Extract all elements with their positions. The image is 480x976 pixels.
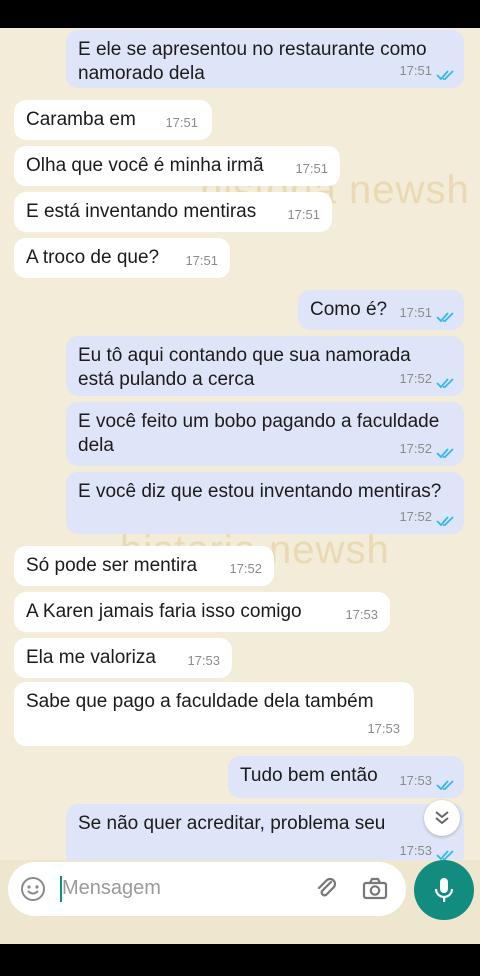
message-bubble[interactable]: Ela me valoriza 17:53 xyxy=(14,638,232,678)
message-bubble[interactable]: Caramba em 17:51 xyxy=(14,100,212,140)
chat-area[interactable]: historia newsh historia newsh E ele se a… xyxy=(0,28,480,860)
camera-icon[interactable] xyxy=(362,876,388,902)
double-check-icon xyxy=(436,312,454,323)
message-bubble[interactable]: E está inventando mentiras 17:51 xyxy=(14,192,332,232)
message-time: 17:51 xyxy=(399,305,432,320)
message-bubble[interactable]: Eu tô aqui contando que sua namorada est… xyxy=(66,336,464,396)
message-text: Tudo bem então xyxy=(240,765,378,786)
message-time: 17:51 xyxy=(295,161,328,176)
message-bubble[interactable]: E você feito um bobo pagando a faculdade… xyxy=(66,402,464,466)
message-text: Se não quer acreditar, problema seu xyxy=(78,813,386,834)
message-bubble[interactable]: Olha que você é minha irmã 17:51 xyxy=(14,146,340,186)
message-bubble[interactable]: Tudo bem então 17:53 xyxy=(228,756,464,798)
message-bubble[interactable]: A Karen jamais faria isso comigo 17:53 xyxy=(14,592,390,632)
message-text: Ela me valoriza xyxy=(26,647,156,668)
navigation-bar xyxy=(0,944,480,976)
double-check-icon xyxy=(436,850,454,860)
status-bar xyxy=(0,0,480,28)
double-check-icon xyxy=(436,780,454,791)
double-check-icon xyxy=(436,516,454,527)
message-time: 17:52 xyxy=(229,561,262,576)
message-time: 17:51 xyxy=(185,253,218,268)
message-text: Eu tô aqui contando que sua namorada est… xyxy=(78,345,411,390)
message-time: 17:53 xyxy=(367,721,400,736)
message-composer[interactable]: Mensagem xyxy=(8,862,406,916)
message-time: 17:51 xyxy=(399,63,432,78)
message-bubble[interactable]: E ele se apresentou no restaurante como … xyxy=(66,30,464,88)
voice-message-button[interactable] xyxy=(414,860,474,920)
message-text: Só pode ser mentira xyxy=(26,555,198,576)
microphone-icon xyxy=(434,878,454,902)
message-time: 17:53 xyxy=(399,773,432,788)
message-bubble[interactable]: Se não quer acreditar, problema seu 17:5… xyxy=(66,804,464,860)
message-time: 17:51 xyxy=(287,207,320,222)
message-text: E está inventando mentiras xyxy=(26,201,257,222)
message-time: 17:52 xyxy=(399,509,432,524)
message-bubble[interactable]: Sabe que pago a faculdade dela também 17… xyxy=(14,682,414,746)
message-time: 17:52 xyxy=(399,441,432,456)
message-text: A troco de que? xyxy=(26,247,160,268)
double-check-icon xyxy=(436,448,454,459)
emoji-icon[interactable] xyxy=(20,876,46,902)
double-check-icon xyxy=(436,378,454,389)
message-text: Caramba em xyxy=(26,109,136,130)
message-time: 17:52 xyxy=(399,371,432,386)
message-bubble[interactable]: E você diz que estou inventando mentiras… xyxy=(66,472,464,534)
double-check-icon xyxy=(436,70,454,81)
message-text: E você feito um bobo pagando a faculdade… xyxy=(78,411,440,456)
message-bubble[interactable]: A troco de que? 17:51 xyxy=(14,238,230,278)
message-text: E você diz que estou inventando mentiras… xyxy=(78,481,442,502)
message-time: 17:53 xyxy=(187,653,220,668)
message-time: 17:53 xyxy=(399,843,432,858)
message-time: 17:51 xyxy=(165,115,198,130)
message-bubble[interactable]: Só pode ser mentira 17:52 xyxy=(14,546,274,586)
message-bubble[interactable]: Como é? 17:51 xyxy=(298,290,464,330)
double-chevron-down-icon xyxy=(435,811,449,825)
message-time: 17:53 xyxy=(345,607,378,622)
message-text: Sabe que pago a faculdade dela também xyxy=(26,691,374,712)
message-text: E ele se apresentou no restaurante como … xyxy=(78,39,427,84)
message-text: Olha que você é minha irmã xyxy=(26,155,264,176)
message-input[interactable]: Mensagem xyxy=(62,877,161,900)
paperclip-icon[interactable] xyxy=(314,876,340,902)
scroll-to-bottom-button[interactable] xyxy=(424,800,460,836)
message-text: A Karen jamais faria isso comigo xyxy=(26,601,302,622)
message-text: Como é? xyxy=(310,299,388,320)
